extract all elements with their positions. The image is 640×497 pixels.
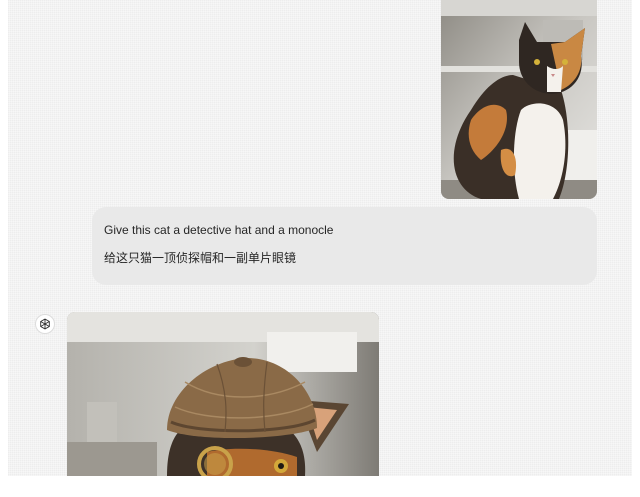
assistant-generated-image[interactable]: [67, 312, 379, 476]
assistant-avatar: [35, 314, 55, 334]
cat-in-deerstalker-hat-with-monocle: [67, 312, 379, 476]
openai-logo-icon: [40, 318, 50, 330]
user-uploaded-image[interactable]: [441, 0, 597, 199]
user-message-bubble: Give this cat a detective hat and a mono…: [92, 207, 597, 285]
calico-cat-photo: [441, 0, 597, 199]
user-message-text-en: Give this cat a detective hat and a mono…: [104, 223, 334, 237]
user-message-text-zh: 给这只猫一顶侦探帽和一副单片眼镜: [104, 251, 297, 265]
bottom-strip: [0, 476, 640, 497]
